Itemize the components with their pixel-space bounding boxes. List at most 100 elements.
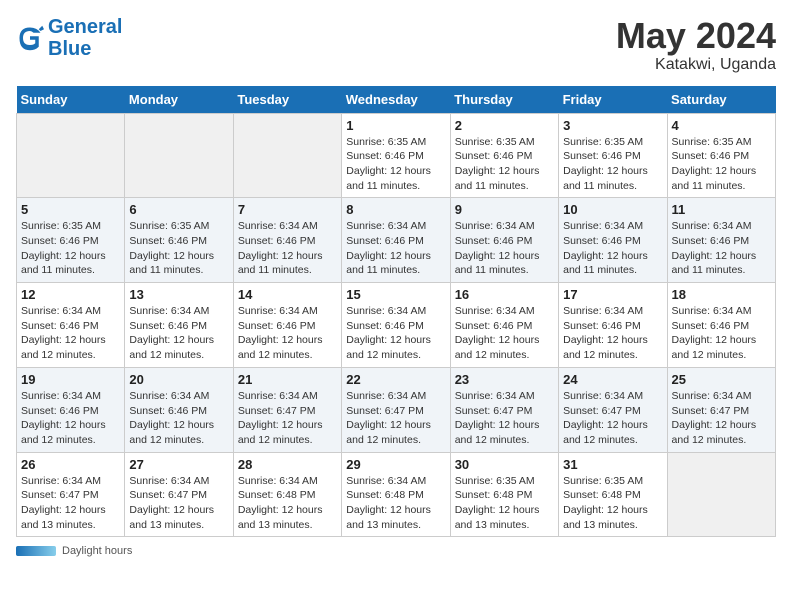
day-number: 10	[563, 202, 662, 217]
day-cell: 8Sunrise: 6:34 AM Sunset: 6:46 PM Daylig…	[342, 198, 450, 283]
day-info: Sunrise: 6:34 AM Sunset: 6:46 PM Dayligh…	[129, 304, 228, 363]
day-number: 6	[129, 202, 228, 217]
day-number: 19	[21, 372, 120, 387]
day-info: Sunrise: 6:34 AM Sunset: 6:46 PM Dayligh…	[563, 304, 662, 363]
day-info: Sunrise: 6:34 AM Sunset: 6:48 PM Dayligh…	[238, 474, 337, 533]
day-number: 12	[21, 287, 120, 302]
day-cell: 10 Sunrise: 6:34 AM Sunset: 6:46 PM Dayli…	[559, 198, 667, 283]
day-number: 1	[346, 118, 445, 133]
day-info: Sunrise: 6:35 AM Sunset: 6:46 PM Dayligh…	[672, 135, 771, 194]
day-cell: 24 Sunrise: 6:34 AM Sunset: 6:47 PM Dayli…	[559, 367, 667, 452]
column-header-thursday: Thursday	[450, 86, 558, 114]
day-cell: 12 Sunrise: 6:34 AM Sunset: 6:46 PM Dayli…	[17, 283, 125, 368]
day-info: Sunrise: 6:34 AM Sunset: 6:46 PM Dayligh…	[238, 304, 337, 363]
column-header-tuesday: Tuesday	[233, 86, 341, 114]
day-number: 20	[129, 372, 228, 387]
page-header: General Blue May 2024 Katakwi, Uganda	[16, 16, 776, 74]
day-cell: 26 Sunrise: 6:34 AM Sunset: 6:47 PM Dayli…	[17, 452, 125, 537]
column-header-monday: Monday	[125, 86, 233, 114]
day-info: Sunrise: 6:34 AM Sunset: 6:47 PM Dayligh…	[672, 389, 771, 448]
day-number: 13	[129, 287, 228, 302]
header-row: SundayMondayTuesdayWednesdayThursdayFrid…	[17, 86, 776, 114]
day-info: Sunrise: 6:35 AM Sunset: 6:46 PM Dayligh…	[129, 219, 228, 278]
day-info: Sunrise: 6:34 AM Sunset: 6:46 PM Dayligh…	[563, 219, 662, 278]
day-number: 29	[346, 457, 445, 472]
day-number: 30	[455, 457, 554, 472]
day-number: 25	[672, 372, 771, 387]
day-cell: 18Sunrise: 6:34 AM Sunset: 6:46 PM Dayli…	[667, 283, 775, 368]
calendar-title: May 2024	[616, 16, 776, 56]
day-number: 7	[238, 202, 337, 217]
day-number: 17	[563, 287, 662, 302]
day-info: Sunrise: 6:34 AM Sunset: 6:47 PM Dayligh…	[21, 474, 120, 533]
day-info: Sunrise: 6:35 AM Sunset: 6:48 PM Dayligh…	[563, 474, 662, 533]
day-number: 18	[672, 287, 771, 302]
day-info: Sunrise: 6:34 AM Sunset: 6:46 PM Dayligh…	[238, 219, 337, 278]
day-cell: 21 Sunrise: 6:34 AM Sunset: 6:47 PM Dayli…	[233, 367, 341, 452]
day-number: 9	[455, 202, 554, 217]
day-info: Sunrise: 6:34 AM Sunset: 6:46 PM Dayligh…	[455, 304, 554, 363]
day-cell	[17, 113, 125, 198]
day-cell	[667, 452, 775, 537]
title-block: May 2024 Katakwi, Uganda	[616, 16, 776, 74]
day-info: Sunrise: 6:35 AM Sunset: 6:48 PM Dayligh…	[455, 474, 554, 533]
day-info: Sunrise: 6:35 AM Sunset: 6:46 PM Dayligh…	[21, 219, 120, 278]
day-cell: 31Sunrise: 6:35 AM Sunset: 6:48 PM Dayli…	[559, 452, 667, 537]
column-header-sunday: Sunday	[17, 86, 125, 114]
week-row-4: 19 Sunrise: 6:34 AM Sunset: 6:46 PM Dayli…	[17, 367, 776, 452]
day-info: Sunrise: 6:34 AM Sunset: 6:46 PM Dayligh…	[346, 219, 445, 278]
logo: General Blue	[16, 16, 122, 60]
day-number: 21	[238, 372, 337, 387]
day-info: Sunrise: 6:34 AM Sunset: 6:48 PM Dayligh…	[346, 474, 445, 533]
calendar-subtitle: Katakwi, Uganda	[616, 56, 776, 74]
day-cell: 2Sunrise: 6:35 AM Sunset: 6:46 PM Daylig…	[450, 113, 558, 198]
day-info: Sunrise: 6:34 AM Sunset: 6:46 PM Dayligh…	[129, 389, 228, 448]
day-number: 26	[21, 457, 120, 472]
day-info: Sunrise: 6:34 AM Sunset: 6:47 PM Dayligh…	[238, 389, 337, 448]
day-info: Sunrise: 6:34 AM Sunset: 6:46 PM Dayligh…	[346, 304, 445, 363]
day-cell: 22 Sunrise: 6:34 AM Sunset: 6:47 PM Dayli…	[342, 367, 450, 452]
day-info: Sunrise: 6:34 AM Sunset: 6:46 PM Dayligh…	[21, 304, 120, 363]
day-info: Sunrise: 6:34 AM Sunset: 6:47 PM Dayligh…	[346, 389, 445, 448]
week-row-1: 1 Sunrise: 6:35 AM Sunset: 6:46 PM Daylig…	[17, 113, 776, 198]
day-info: Sunrise: 6:35 AM Sunset: 6:46 PM Dayligh…	[455, 135, 554, 194]
day-cell: 19Sunrise: 6:34 AM Sunset: 6:46 PM Dayli…	[17, 367, 125, 452]
week-row-5: 26 Sunrise: 6:34 AM Sunset: 6:47 PM Dayli…	[17, 452, 776, 537]
day-cell: 16 Sunrise: 6:34 AM Sunset: 6:46 PM Dayli…	[450, 283, 558, 368]
day-number: 22	[346, 372, 445, 387]
column-header-saturday: Saturday	[667, 86, 775, 114]
day-cell: 15 Sunrise: 6:34 AM Sunset: 6:46 PM Dayli…	[342, 283, 450, 368]
day-cell: 14 Sunrise: 6:34 AM Sunset: 6:46 PM Dayli…	[233, 283, 341, 368]
daylight-bar	[16, 546, 56, 556]
day-number: 16	[455, 287, 554, 302]
day-number: 23	[455, 372, 554, 387]
calendar-table: SundayMondayTuesdayWednesdayThursdayFrid…	[16, 86, 776, 538]
day-cell: 17 Sunrise: 6:34 AM Sunset: 6:46 PM Dayli…	[559, 283, 667, 368]
day-cell: 27Sunrise: 6:34 AM Sunset: 6:47 PM Dayli…	[125, 452, 233, 537]
footer: Daylight hours	[16, 545, 776, 557]
day-info: Sunrise: 6:34 AM Sunset: 6:47 PM Dayligh…	[129, 474, 228, 533]
day-info: Sunrise: 6:35 AM Sunset: 6:46 PM Dayligh…	[563, 135, 662, 194]
day-number: 5	[21, 202, 120, 217]
day-cell: 9 Sunrise: 6:34 AM Sunset: 6:46 PM Daylig…	[450, 198, 558, 283]
day-cell	[125, 113, 233, 198]
day-cell: 25 Sunrise: 6:34 AM Sunset: 6:47 PM Dayli…	[667, 367, 775, 452]
day-cell: 28 Sunrise: 6:34 AM Sunset: 6:48 PM Dayli…	[233, 452, 341, 537]
footer-label: Daylight hours	[62, 545, 132, 557]
day-cell: 11Sunrise: 6:34 AM Sunset: 6:46 PM Dayli…	[667, 198, 775, 283]
column-header-wednesday: Wednesday	[342, 86, 450, 114]
day-number: 11	[672, 202, 771, 217]
logo-icon	[16, 24, 44, 52]
day-number: 24	[563, 372, 662, 387]
day-number: 15	[346, 287, 445, 302]
column-header-friday: Friday	[559, 86, 667, 114]
day-info: Sunrise: 6:34 AM Sunset: 6:47 PM Dayligh…	[563, 389, 662, 448]
day-number: 14	[238, 287, 337, 302]
day-number: 4	[672, 118, 771, 133]
day-cell: 20 Sunrise: 6:34 AM Sunset: 6:46 PM Dayli…	[125, 367, 233, 452]
day-info: Sunrise: 6:34 AM Sunset: 6:46 PM Dayligh…	[455, 219, 554, 278]
day-info: Sunrise: 6:34 AM Sunset: 6:47 PM Dayligh…	[455, 389, 554, 448]
day-number: 28	[238, 457, 337, 472]
logo-text: General Blue	[48, 16, 122, 60]
day-cell: 13 Sunrise: 6:34 AM Sunset: 6:46 PM Dayli…	[125, 283, 233, 368]
